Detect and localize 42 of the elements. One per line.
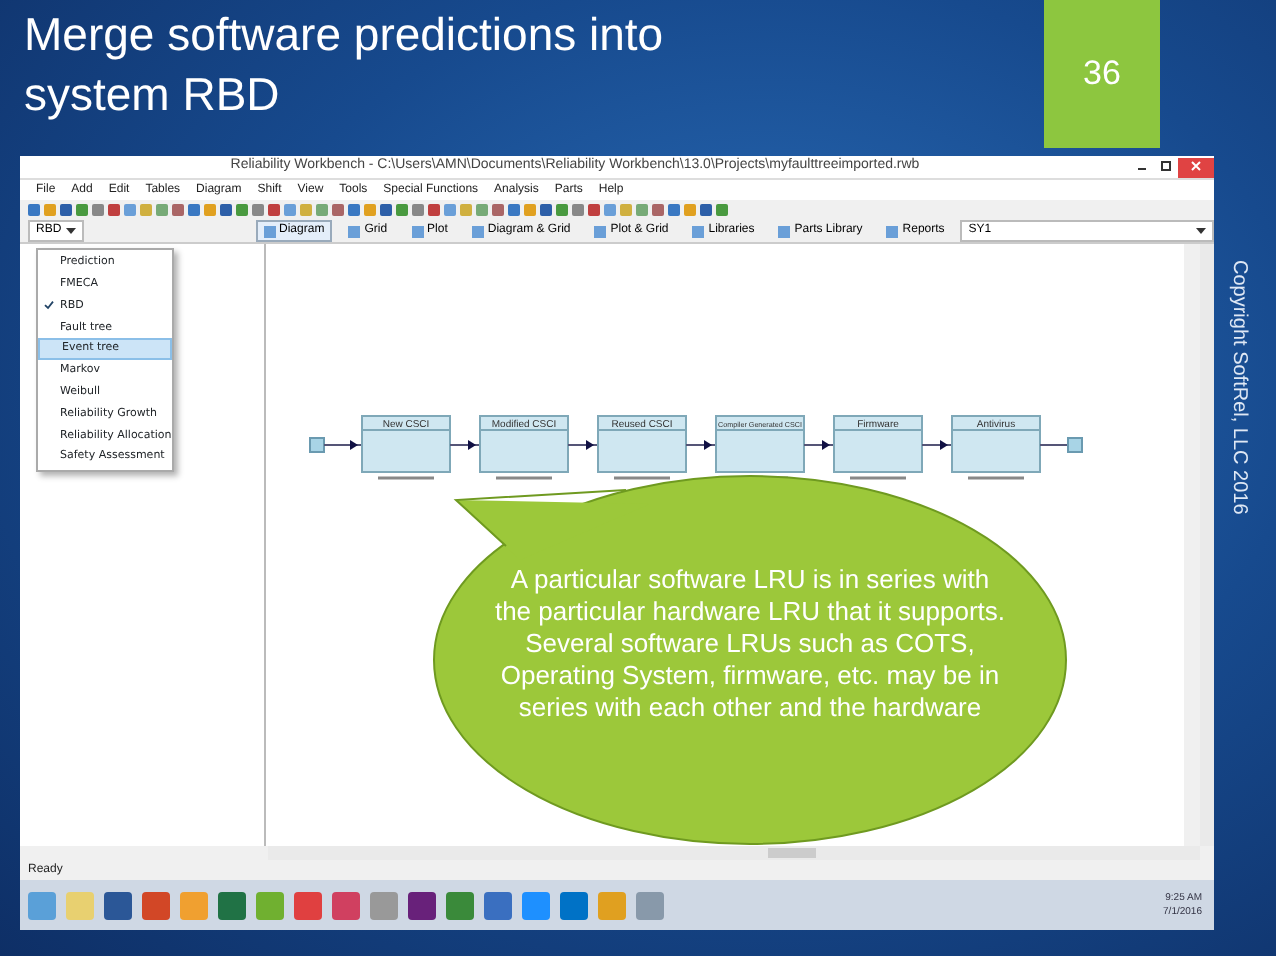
caret-icon <box>65 227 76 235</box>
diagram-block <box>361 415 451 480</box>
tab-icon <box>692 225 705 237</box>
taskbar-app-icon[interactable] <box>218 891 246 919</box>
diagram-block <box>833 415 923 480</box>
start-node <box>309 437 325 453</box>
tab-icon <box>263 225 276 237</box>
diagram-block <box>479 415 569 480</box>
tab-icon <box>778 225 791 237</box>
taskbar-app-icon[interactable] <box>104 891 132 919</box>
connector-arrow <box>567 440 599 450</box>
vertical-scrollbar[interactable] <box>1200 244 1214 846</box>
page-number: 36 <box>1044 0 1160 148</box>
copyright-text: Copyright SoftRel, LLC 2016 <box>1226 260 1252 515</box>
maximize-icon <box>1160 159 1172 172</box>
taskbar-app-icon[interactable] <box>484 891 512 919</box>
tab-icon <box>594 225 607 237</box>
tab-icon <box>471 225 484 237</box>
taskbar-app-icon[interactable] <box>408 891 436 919</box>
taskbar-app-icon[interactable] <box>560 891 588 919</box>
check-icon <box>44 300 54 311</box>
close-button[interactable] <box>1178 157 1214 177</box>
diagram-block <box>951 415 1041 480</box>
caret-icon <box>1196 227 1206 235</box>
connector-arrow <box>685 440 717 450</box>
callout-text: A particular software LRU is in series with the particular hardware LRU that it supports. Several software LRUs such as COTS, Operating System, firmware, etc. may be in series with each other and the hardware <box>494 564 1006 724</box>
connector-arrow <box>449 440 481 450</box>
tab-icon <box>348 225 361 237</box>
taskbar-app-icon[interactable] <box>446 891 474 919</box>
taskbar-app-icon[interactable] <box>142 891 170 919</box>
tab-icon <box>886 225 899 237</box>
end-node <box>1067 437 1083 453</box>
taskbar-app-icon[interactable] <box>294 891 322 919</box>
connector-arrow <box>803 440 835 450</box>
connector-arrow <box>323 440 363 450</box>
taskbar-app-icon[interactable] <box>332 891 360 919</box>
connector-arrow <box>921 440 953 450</box>
diagram-block <box>597 415 687 480</box>
horizontal-scrollbar[interactable] <box>268 846 1200 860</box>
tab-icon <box>411 225 424 237</box>
slide-title: Merge software predictions into system RBD <box>24 6 666 124</box>
start-button[interactable] <box>28 891 56 919</box>
